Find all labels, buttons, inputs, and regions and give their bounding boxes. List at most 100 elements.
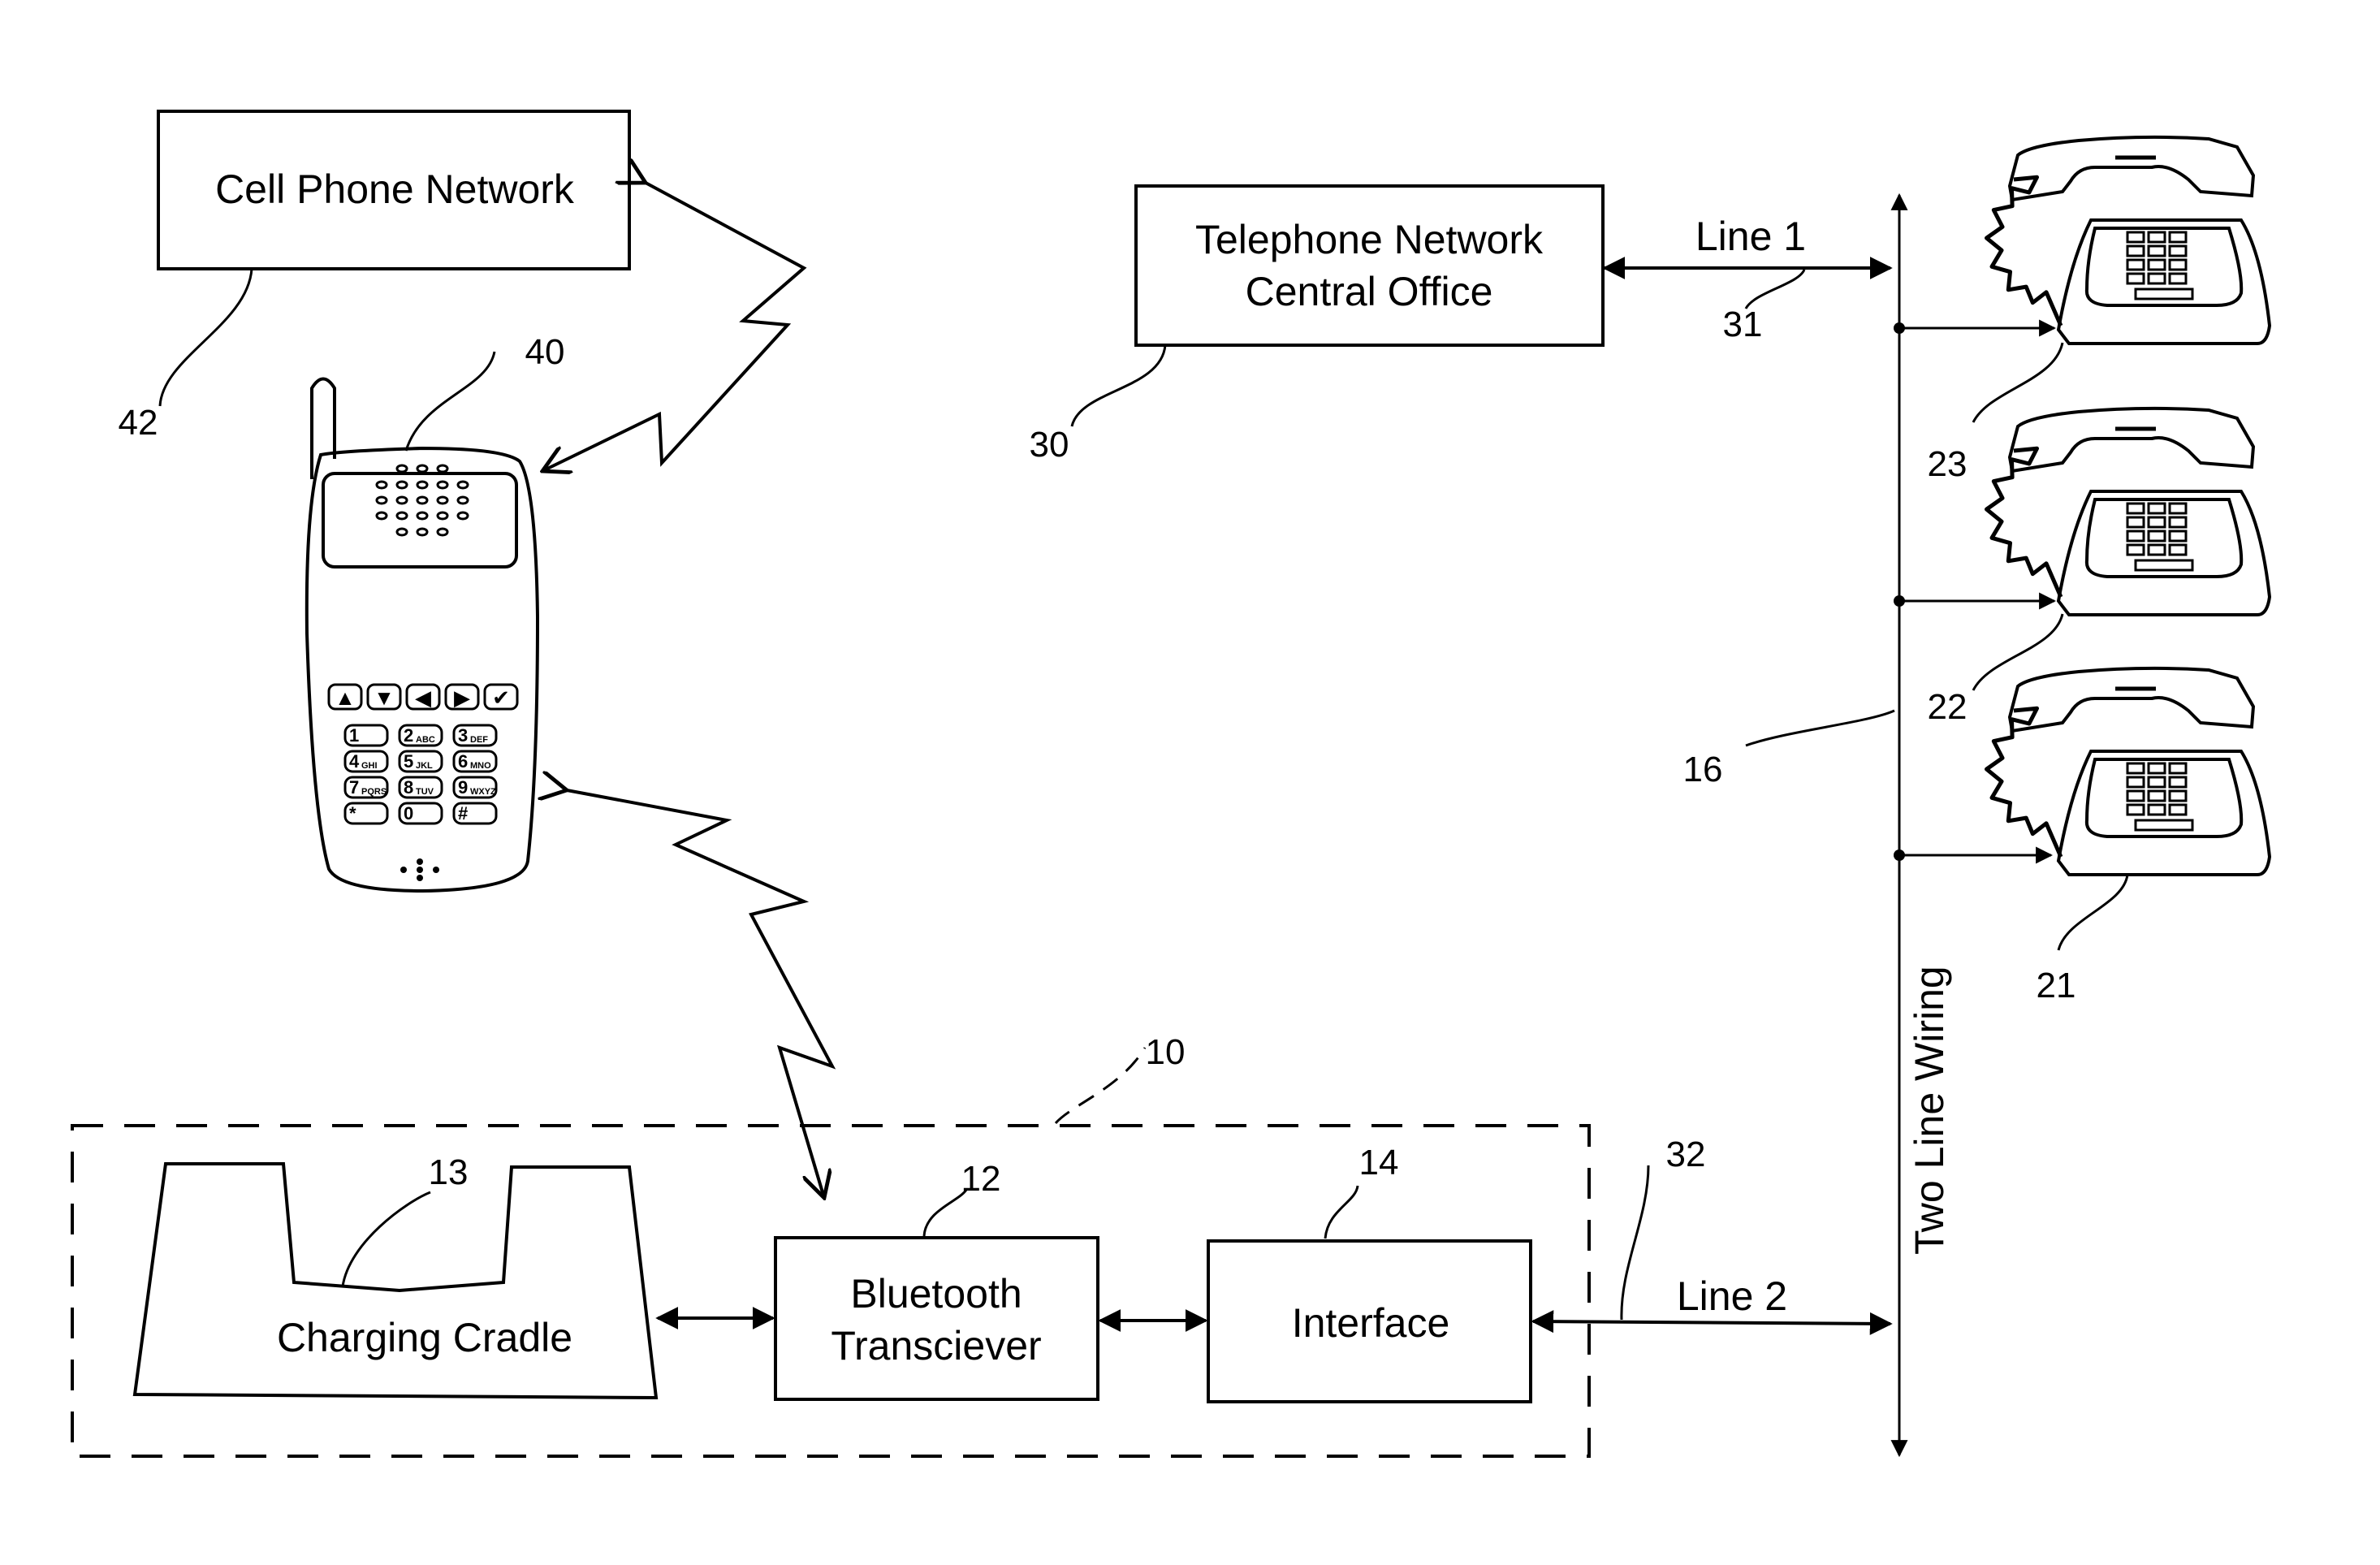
speaker-hole xyxy=(416,511,429,521)
line-2-label: Line 2 xyxy=(1677,1273,1787,1319)
telephone-key xyxy=(2147,258,2166,271)
speaker-hole xyxy=(375,495,388,505)
nav-key: ▼ xyxy=(366,683,402,711)
ref-40: 40 xyxy=(525,332,565,372)
telephone-branches xyxy=(1894,319,2057,864)
telephones xyxy=(1985,135,2272,876)
ref-21: 21 xyxy=(2037,966,2076,1005)
ref-22: 22 xyxy=(1928,687,1967,727)
ref-30-leader xyxy=(1070,344,1167,427)
nav-key-glyph: ▼ xyxy=(374,685,395,710)
telephone-key xyxy=(2126,789,2145,802)
ref-42-leader xyxy=(158,268,253,407)
telephone-key xyxy=(2126,258,2145,271)
ref-14: 14 xyxy=(1359,1143,1399,1182)
telephone-key xyxy=(2126,231,2145,244)
telephone-key xyxy=(2126,543,2145,556)
speaker-hole xyxy=(436,511,449,521)
telephone-key xyxy=(2147,231,2166,244)
telephone-key xyxy=(2168,776,2188,789)
telephone-key xyxy=(2147,543,2166,556)
keypad-digit: 0 xyxy=(404,803,413,824)
telephone-key xyxy=(2168,803,2188,816)
keypad-key: * xyxy=(343,802,389,825)
keypad-digit: 3 xyxy=(458,725,468,746)
ref-10: 10 xyxy=(1146,1032,1186,1072)
keypad-digit: 1 xyxy=(349,725,359,746)
keypad-key: 5 JKL xyxy=(398,750,443,773)
wireless-link-phone-bluetooth xyxy=(567,790,836,1198)
nav-key: ✔ xyxy=(483,683,519,711)
telephone-handset xyxy=(2007,406,2256,473)
speaker-hole xyxy=(456,480,469,490)
keypad-digit: 4 xyxy=(349,751,360,772)
telephone-network-block: Telephone Network Central Office xyxy=(1134,184,1605,347)
ref-12: 12 xyxy=(961,1159,1001,1199)
nav-key: ▲ xyxy=(327,683,363,711)
telephone-key xyxy=(2147,244,2166,257)
bluetooth-label-1: Bluetooth xyxy=(850,1271,1022,1316)
nav-key-glyph: ▶ xyxy=(454,685,470,710)
keypad-letters: GHI xyxy=(361,761,378,771)
nav-key-glyph: ▲ xyxy=(335,685,356,710)
telephone-key xyxy=(2168,530,2188,543)
desk-telephone xyxy=(1985,406,2272,616)
telephone-key xyxy=(2126,803,2145,816)
keypad-letters: TUV xyxy=(416,787,434,797)
phone-speaker xyxy=(375,464,469,537)
ref-13: 13 xyxy=(429,1152,469,1192)
ref-23-leader xyxy=(1972,342,2064,423)
ref-12-leader xyxy=(922,1189,968,1237)
phone-keypad: 1 2 ABC 3 DEF 4 GHI 5 JKL 6 MNO 7 PQRS 8 TUV 9 WXYZ * 0 # xyxy=(343,724,498,825)
ref-10-leader xyxy=(1054,1047,1147,1124)
ref-16: 16 xyxy=(1683,750,1723,789)
wireless-link-network-phone xyxy=(542,183,807,471)
telephone-key xyxy=(2126,530,2145,543)
keypad-key: 1 xyxy=(343,724,389,747)
patent-figure: Cell Phone Network 42 ▲ ▼ ◀ ▶ ✔ 1 2 ABC 3 DEF4 GH… xyxy=(71,110,2272,1458)
telephone-key xyxy=(2168,272,2188,285)
keypad-key: 0 xyxy=(398,802,443,825)
speaker-hole xyxy=(416,464,429,473)
charging-cradle: Charging Cradle xyxy=(132,1162,659,1400)
keypad-digit: # xyxy=(458,803,468,824)
interface-label: Interface xyxy=(1292,1300,1450,1346)
telephone-network-label-2: Central Office xyxy=(1246,269,1493,314)
speaker-hole xyxy=(416,527,429,537)
cradle-outline xyxy=(132,1162,659,1400)
desk-telephone xyxy=(1985,666,2272,876)
telephone-handset xyxy=(2007,135,2256,202)
keypad-key: 8 TUV xyxy=(398,776,443,799)
ref-14-leader xyxy=(1324,1185,1359,1239)
telephone-key xyxy=(2126,516,2145,529)
telephone-key xyxy=(2168,258,2188,271)
telephone-key xyxy=(2168,231,2188,244)
speaker-hole xyxy=(436,527,449,537)
speaker-hole xyxy=(395,511,408,521)
speaker-hole xyxy=(456,495,469,505)
telephone-key xyxy=(2126,762,2145,775)
nav-key-glyph: ✔ xyxy=(492,685,510,710)
keypad-digit: 7 xyxy=(349,777,359,798)
ref-32-leader xyxy=(1620,1165,1650,1321)
speaker-hole xyxy=(375,511,388,521)
telephone-network-box xyxy=(1134,184,1605,347)
phone-mic xyxy=(400,858,439,881)
ref-31: 31 xyxy=(1723,305,1763,344)
phone-nav-keys: ▲ ▼ ◀ ▶ ✔ xyxy=(327,683,519,711)
bluetooth-box xyxy=(774,1236,1099,1401)
speaker-hole xyxy=(375,480,388,490)
keypad-letters: PQRS xyxy=(361,787,387,797)
telephone-key xyxy=(2168,502,2188,515)
telephone-key xyxy=(2168,244,2188,257)
telephone-key xyxy=(2147,516,2166,529)
telephone-key xyxy=(2147,762,2166,775)
ref-23: 23 xyxy=(1928,444,1967,484)
nav-key-glyph: ◀ xyxy=(415,685,431,710)
keypad-digit: 5 xyxy=(404,751,413,772)
telephone-key xyxy=(2168,516,2188,529)
speaker-hole xyxy=(436,464,449,473)
telephone-key xyxy=(2168,543,2188,556)
ref-13-leader xyxy=(341,1191,431,1287)
charging-cradle-label: Charging Cradle xyxy=(277,1315,572,1360)
